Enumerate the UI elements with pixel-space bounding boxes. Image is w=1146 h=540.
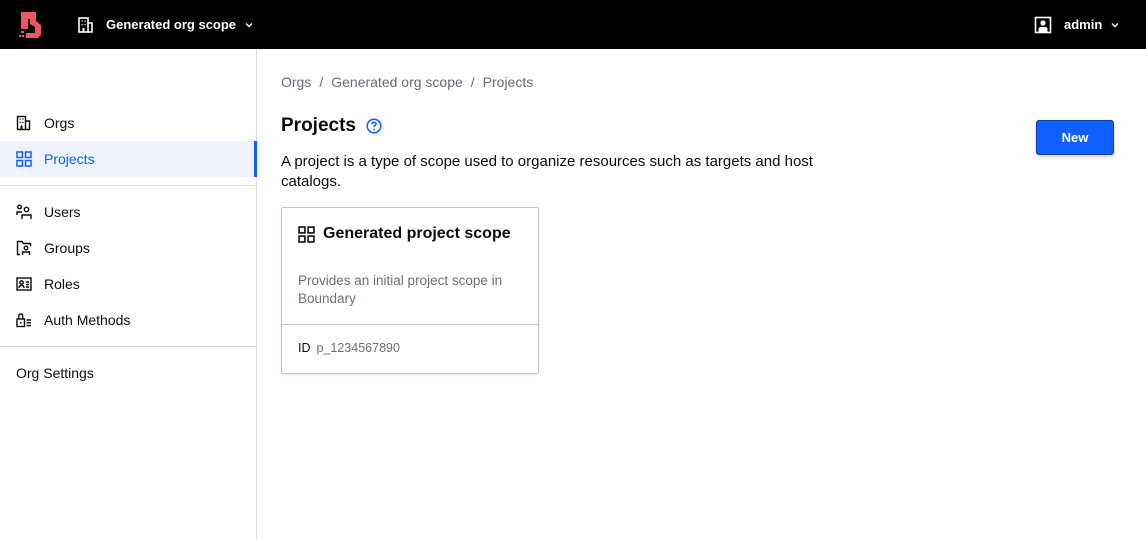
scope-switcher-label: Generated org scope (106, 17, 237, 32)
id-card-icon (16, 277, 32, 291)
card-description: Provides an initial project scope in Bou… (298, 273, 503, 306)
sidebar-item-groups[interactable]: Groups (0, 230, 256, 266)
breadcrumb-item-orgs[interactable]: Orgs (281, 74, 311, 90)
page-description: A project is a type of scope used to org… (281, 153, 813, 190)
sidebar-item-users[interactable]: Users (0, 194, 256, 230)
building-icon (78, 16, 93, 33)
sidebar-item-label: Groups (44, 240, 90, 256)
sidebar-item-roles[interactable]: Roles (0, 266, 256, 302)
sidebar-divider (0, 346, 256, 347)
breadcrumb-separator: / (470, 74, 475, 90)
new-project-button[interactable]: New (1036, 120, 1114, 155)
breadcrumb-item-projects[interactable]: Projects (483, 74, 534, 90)
sidebar: Orgs Projects Users Groups Roles Auth Me… (0, 49, 257, 540)
card-divider (282, 324, 538, 325)
sidebar-item-orgs[interactable]: Orgs (0, 105, 256, 141)
top-bar: Generated org scope admin (0, 0, 1146, 49)
page-title-row: Projects (281, 115, 382, 137)
users-icon (16, 204, 32, 219)
page-title: Projects (281, 115, 356, 136)
sidebar-item-label: Projects (44, 151, 95, 167)
help-circle-icon[interactable] (366, 118, 382, 134)
sidebar-item-auth-methods[interactable]: Auth Methods (0, 302, 256, 338)
card-id-value: p_1234567890 (316, 341, 400, 355)
folder-users-icon (16, 240, 32, 256)
sidebar-item-label: Auth Methods (44, 312, 131, 328)
breadcrumb: Orgs / Generated org scope / Projects (281, 74, 533, 90)
boundary-logo[interactable] (19, 11, 45, 39)
lock-list-icon (16, 313, 31, 328)
card-title[interactable]: Generated project scope (323, 225, 511, 243)
card-id-label: ID (298, 341, 311, 355)
building-icon (16, 115, 31, 131)
sidebar-divider (0, 185, 256, 186)
scope-switcher[interactable]: Generated org scope (77, 0, 254, 49)
card-title-row: Generated project scope (298, 225, 511, 243)
grid-icon (16, 151, 32, 167)
user-menu-label: admin (1064, 17, 1103, 32)
card-id-row: ID p_1234567890 (298, 341, 400, 355)
sidebar-item-label: Org Settings (16, 365, 94, 381)
sidebar-item-org-settings[interactable]: Org Settings (0, 355, 256, 391)
project-card[interactable]: Generated project scope Provides an init… (281, 207, 539, 374)
chevron-down-icon (245, 22, 253, 27)
grid-icon (298, 225, 315, 243)
chevron-down-icon (1111, 22, 1119, 27)
sidebar-item-label: Roles (44, 276, 80, 292)
sidebar-item-projects[interactable]: Projects (0, 141, 257, 177)
breadcrumb-separator: / (319, 74, 324, 90)
sidebar-item-label: Orgs (44, 115, 75, 131)
user-menu[interactable]: admin (1034, 0, 1120, 49)
sidebar-item-label: Users (44, 204, 81, 220)
user-square-icon (1034, 16, 1052, 33)
breadcrumb-item-org[interactable]: Generated org scope (331, 74, 463, 90)
